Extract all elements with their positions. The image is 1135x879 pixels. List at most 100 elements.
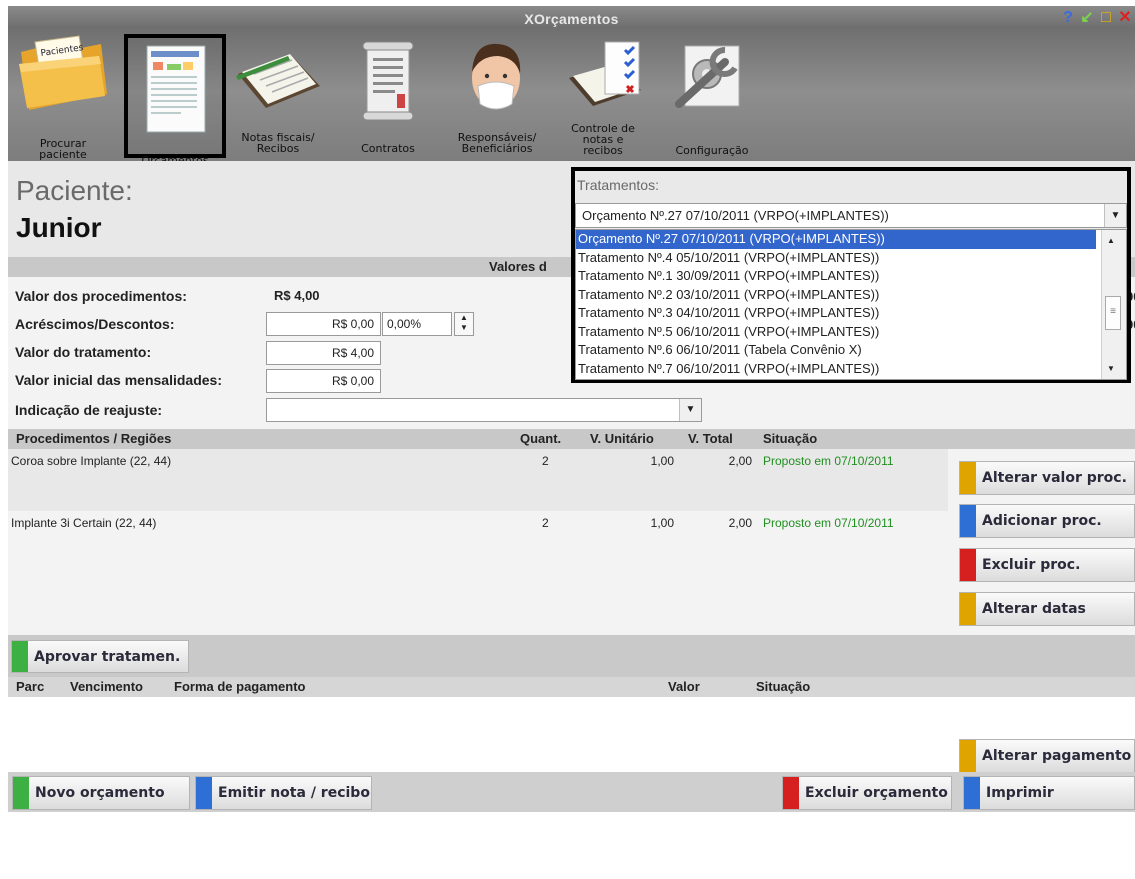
doctor-face-icon [472, 43, 521, 110]
document-icon [146, 45, 206, 133]
button-label: Aprovar tratamen. [34, 649, 181, 665]
stepper-down-icon[interactable]: ▼ [455, 323, 473, 333]
list-item[interactable]: Tratamento Nº.7 06/10/2011 (VRPO(+IMPLAN… [576, 360, 1126, 379]
col-header-total: V. Total [688, 431, 733, 446]
chevron-down-icon[interactable]: ▼ [679, 399, 701, 421]
toolbar-responsaveis[interactable]: Responsáveis/ Beneficiários [444, 34, 548, 158]
list-item[interactable]: Tratamento Nº.1 30/09/2011 (VRPO(+IMPLAN… [576, 267, 1126, 286]
toolbar: XOrçamentos ? ↙ □ ✕ Pacientes Procurar p… [8, 6, 1135, 166]
button-label: Imprimir [986, 785, 1054, 801]
list-item[interactable]: Orçamento Nº.27 07/10/2011 (VRPO(+IMPLAN… [576, 230, 1096, 249]
toolbar-orcamentos[interactable]: Orçamentos [124, 34, 226, 166]
proc-unit: 1,00 [650, 454, 674, 468]
col-header-valor: Valor [668, 679, 700, 694]
chevron-down-icon[interactable]: ▼ [1104, 204, 1126, 227]
col-header-situacao: Situação [756, 679, 811, 694]
acrescimos-percent-input[interactable]: 0,00% [382, 312, 452, 336]
list-item[interactable]: Tratamento Nº.2 03/10/2011 (VRPO(+IMPLAN… [576, 286, 1126, 305]
proc-unit: 1,00 [650, 516, 674, 530]
scroll-thumb[interactable]: ≡ [1105, 296, 1121, 330]
close-icon[interactable]: ✕ [1117, 10, 1133, 26]
excluir-proc-button[interactable]: Excluir proc. [959, 548, 1135, 582]
toolbar-label: Procurar paciente [39, 137, 87, 161]
reajuste-label: Indicação de reajuste: [15, 402, 163, 418]
help-icon[interactable]: ? [1060, 10, 1076, 26]
button-accent [964, 777, 980, 809]
alterar-pagamento-button[interactable]: Alterar pagamento [959, 739, 1135, 773]
clipboard-icon [236, 54, 320, 108]
col-header-quant: Quant. [520, 431, 562, 446]
stepper-up-icon[interactable]: ▲ [455, 313, 473, 323]
procedimentos-label: Valor dos procedimentos: [15, 288, 187, 304]
button-accent [960, 505, 976, 537]
proc-status: Proposto em 07/10/2011 [763, 454, 894, 468]
window-title: XOrçamentos [524, 11, 619, 27]
button-accent [960, 593, 976, 625]
toolbar-configuracao[interactable]: Configuração [662, 34, 762, 158]
toolbar-label: Configuração [675, 144, 749, 157]
button-label: Excluir proc. [982, 557, 1081, 573]
button-accent [12, 641, 28, 672]
tratamentos-label: Tratamentos: [577, 177, 659, 193]
aprovar-tratamento-button[interactable]: Aprovar tratamen. [11, 640, 189, 673]
tratamento-value-field[interactable]: R$ 4,00 [266, 341, 381, 365]
col-header-parc: Parc [16, 679, 45, 694]
button-label: Alterar valor proc. [982, 470, 1127, 486]
toolbar-label: Contratos [361, 142, 415, 155]
list-item[interactable]: Tratamento Nº.5 06/10/2011 (VRPO(+IMPLAN… [576, 323, 1126, 342]
window-controls: ? ↙ □ ✕ [1060, 10, 1133, 26]
col-header-forma: Forma de pagamento [174, 679, 306, 694]
mensalidades-label: Valor inicial das mensalidades: [15, 372, 222, 388]
patient-name: Junior [16, 212, 102, 243]
toolbar-contratos[interactable]: Contratos [346, 34, 430, 158]
col-header-vencimento: Vencimento [70, 679, 143, 694]
novo-orcamento-button[interactable]: Novo orçamento [12, 776, 190, 810]
button-label: Novo orçamento [35, 785, 165, 801]
button-label: Excluir orçamento [805, 785, 948, 801]
button-accent [196, 777, 212, 809]
emitir-nota-button[interactable]: Emitir nota / recibo [195, 776, 372, 810]
table-row[interactable]: Coroa sobre Implante (22, 44) 2 1,00 2,0… [8, 449, 948, 511]
folder-icon: Pacientes [19, 35, 107, 110]
adicionar-proc-button[interactable]: Adicionar proc. [959, 504, 1135, 538]
col-header-unit: V. Unitário [590, 431, 654, 446]
minimize-icon[interactable]: ↙ [1079, 10, 1095, 26]
toolbar-controle-notas[interactable]: Controle de notas e recibos [556, 34, 652, 158]
table-row[interactable]: Implante 3i Certain (22, 44) 2 1,00 2,00… [8, 511, 948, 635]
excluir-orcamento-button[interactable]: Excluir orçamento [782, 776, 952, 810]
patient-label: Paciente: [16, 175, 133, 206]
toolbar-notas-fiscais[interactable]: Notas fiscais/ Recibos [230, 34, 326, 158]
button-accent [960, 740, 976, 772]
toolbar-procurar-paciente[interactable]: Pacientes Procurar paciente [12, 34, 114, 161]
button-accent [783, 777, 799, 809]
alterar-valor-proc-button[interactable]: Alterar valor proc. [959, 461, 1135, 495]
alterar-datas-button[interactable]: Alterar datas [959, 592, 1135, 626]
list-item[interactable]: Tratamento Nº.6 06/10/2011 (Tabela Convê… [576, 341, 1126, 360]
checklist-icon [569, 41, 641, 106]
proc-quant: 2 [542, 454, 549, 468]
mensalidades-input[interactable]: R$ 0,00 [266, 369, 381, 393]
scroll-down-icon[interactable]: ▼ [1107, 364, 1115, 373]
toolbar-label: Responsáveis/ Beneficiários [457, 131, 537, 155]
maximize-icon[interactable]: □ [1098, 10, 1114, 26]
scrollbar[interactable]: ▲ ≡ ▼ [1101, 230, 1126, 379]
button-accent [960, 549, 976, 581]
contract-scroll-icon [362, 41, 414, 121]
reajuste-select[interactable]: ▼ [266, 398, 702, 422]
tratamentos-select[interactable]: Orçamento Nº.27 07/10/2011 (VRPO(+IMPLAN… [575, 203, 1127, 228]
tratamentos-options-list[interactable]: Orçamento Nº.27 07/10/2011 (VRPO(+IMPLAN… [575, 229, 1127, 380]
imprimir-button[interactable]: Imprimir [963, 776, 1135, 810]
list-item[interactable]: Tratamento Nº.3 04/10/2011 (VRPO(+IMPLAN… [576, 304, 1126, 323]
percent-stepper[interactable]: ▲ ▼ [454, 312, 474, 336]
button-accent [13, 777, 29, 809]
proc-total: 2,00 [728, 516, 752, 530]
toolbar-label: Controle de notas e recibos [571, 122, 635, 157]
proc-name: Implante 3i Certain (22, 44) [11, 516, 157, 530]
tratamento-label: Valor do tratamento: [15, 344, 152, 360]
app-window: XOrçamentos ? ↙ □ ✕ Pacientes Procurar p… [8, 6, 1135, 812]
tratamentos-selected-value: Orçamento Nº.27 07/10/2011 (VRPO(+IMPLAN… [582, 208, 889, 223]
proc-total: 2,00 [728, 454, 752, 468]
scroll-up-icon[interactable]: ▲ [1107, 236, 1115, 245]
acrescimos-input[interactable]: R$ 0,00 [266, 312, 381, 336]
list-item[interactable]: Tratamento Nº.4 05/10/2011 (VRPO(+IMPLAN… [576, 249, 1126, 268]
